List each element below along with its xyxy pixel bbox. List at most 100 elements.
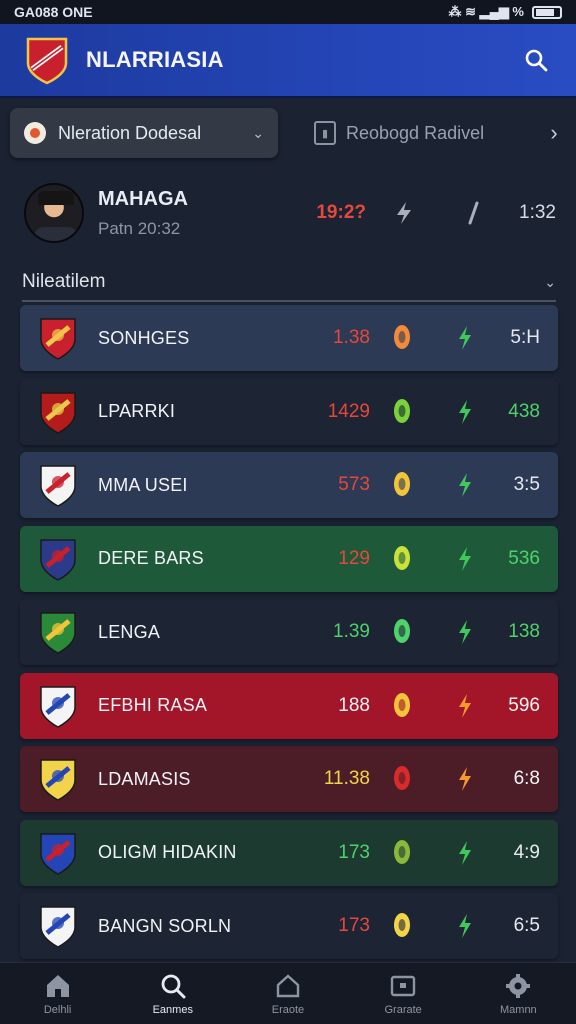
section-header[interactable]: Nileatilem ⌄ (22, 264, 556, 302)
status-pin-icon (394, 839, 410, 864)
list-item[interactable]: OLIGM HIDAKIN 173 4:9 (20, 819, 558, 886)
team-name: SONHGES (98, 327, 190, 348)
team-crest-icon (40, 685, 76, 728)
house-outline-icon (276, 973, 300, 997)
status-indicator (390, 839, 414, 867)
nav-item-grade[interactable]: Grarate (353, 972, 453, 1016)
team-name: LDAMASIS (98, 768, 191, 789)
bottom-nav: Delhli Eanmes Eraote Grarate Mamnn (0, 962, 576, 1024)
trend-indicator (454, 619, 476, 645)
trend-arrow-icon (459, 914, 471, 938)
list-item[interactable]: LPARRKI 1429 438 (20, 378, 558, 445)
featured-stat-icons (394, 201, 480, 225)
team-value: 5:H (510, 327, 540, 348)
app-title: NLARRIASIA (86, 47, 224, 72)
search-button[interactable] (520, 44, 552, 76)
nav-label: Eanmes (152, 1003, 193, 1016)
team-name: EFBHI RASA (98, 695, 208, 715)
list-item[interactable]: SONHGES 1.38 5:H (20, 305, 558, 371)
status-bar-left: GA088 ONE (14, 4, 93, 20)
team-name: LENGA (98, 621, 161, 642)
featured-score: 19:2? (316, 202, 366, 223)
team-name: BANGN SORLN (98, 915, 232, 936)
nav-label: Mamnn (500, 1003, 537, 1016)
nav-item-home[interactable]: Delhli (8, 972, 108, 1016)
app-logo-icon (26, 37, 68, 85)
team-crest-icon (40, 906, 76, 948)
status-indicator (390, 618, 414, 646)
team-score: 173 (338, 915, 370, 936)
chevron-right-icon[interactable]: › (542, 120, 566, 146)
team-score: 1.38 (333, 327, 370, 348)
team-score: 1.39 (333, 621, 370, 642)
trend-arrow-icon (459, 620, 471, 644)
team-value: 4:9 (513, 841, 540, 863)
nav-label: Grarate (384, 1003, 422, 1016)
team-value: 6:5 (513, 915, 540, 936)
filter-row: Nleration Dodesal ⌄ ▮ Reobogd Radivel › (10, 106, 566, 160)
chevron-down-icon: ⌄ (544, 273, 556, 290)
radio-dot-icon (24, 122, 46, 144)
status-indicator (390, 398, 414, 426)
trend-indicator (454, 325, 476, 351)
list-item[interactable]: LENGA 1.39 138 (20, 599, 558, 665)
chevron-down-icon: ⌄ (252, 124, 264, 141)
trend-arrow-icon (459, 399, 471, 424)
status-pin-icon (394, 398, 410, 423)
team-score: 188 (338, 694, 370, 716)
status-pin-icon (394, 325, 410, 349)
status-indicator (390, 545, 414, 573)
team-value: 596 (508, 694, 540, 716)
lightning-icon (397, 202, 411, 224)
nav-item-games[interactable]: Eanmes (123, 972, 223, 1016)
card-icon (390, 975, 416, 996)
team-score: 11.38 (323, 768, 370, 789)
featured-text: MAHAGA Patn 20:32 (98, 188, 306, 239)
status-pin-icon (394, 472, 410, 496)
team-value: 536 (508, 547, 540, 569)
status-indicator (390, 912, 414, 940)
trend-indicator (454, 693, 476, 719)
team-value: 6:8 (513, 768, 540, 789)
team-name: LPARRKI (98, 401, 176, 421)
trend-indicator (454, 766, 476, 792)
home-icon (46, 974, 69, 997)
list-item[interactable]: DERE BARS 129 536 (20, 525, 558, 592)
trend-arrow-icon (459, 546, 471, 571)
status-indicator (390, 765, 414, 793)
list-item[interactable]: BANGN SORLN 173 6:5 (20, 893, 558, 959)
status-pin-icon (394, 766, 410, 790)
status-indicator (390, 692, 414, 720)
team-value: 438 (508, 400, 540, 422)
app-header: NLARRIASIA (0, 24, 576, 98)
nav-item-create[interactable]: Eraote (238, 972, 338, 1016)
status-bar-right: ⁂ ≋ ▂▄▆ % (448, 4, 525, 19)
slash-icon (468, 201, 479, 225)
list-item[interactable]: EFBHI RASA 188 596 (20, 672, 558, 739)
nav-label: Eraote (271, 1003, 305, 1016)
team-name: OLIGM HIDAKIN (98, 842, 237, 862)
team-crest-icon (40, 759, 76, 801)
search-icon (161, 974, 186, 998)
filter-dropdown[interactable]: Nleration Dodesal ⌄ (10, 108, 278, 158)
trend-arrow-icon (459, 840, 471, 865)
status-icons: ⁂ ≋ ▂▄▆ % (448, 4, 562, 20)
trend-arrow-icon (459, 767, 471, 791)
team-crest-icon (40, 612, 76, 654)
team-value: 138 (508, 621, 540, 642)
nav-item-menu[interactable]: Mamnn (468, 972, 568, 1016)
list-item[interactable]: MMA USEI 573 3:5 (20, 452, 558, 518)
team-crest-icon (40, 538, 76, 581)
team-crest-icon (40, 832, 76, 875)
trend-indicator (454, 913, 476, 939)
avatar (24, 183, 84, 243)
tab-secondary[interactable]: ▮ Reobogd Radivel (314, 121, 542, 145)
status-pin-icon (394, 545, 410, 570)
settings-icon (506, 973, 531, 998)
list-item[interactable]: LDAMASIS 11.38 6:8 (20, 746, 558, 812)
filter-dropdown-label: Nleration Dodesal (58, 122, 202, 143)
status-pin-icon (394, 692, 410, 717)
trend-indicator (454, 840, 476, 866)
team-crest-icon (40, 318, 76, 360)
featured-item[interactable]: MAHAGA Patn 20:32 19:2? 1:32 (24, 178, 556, 248)
